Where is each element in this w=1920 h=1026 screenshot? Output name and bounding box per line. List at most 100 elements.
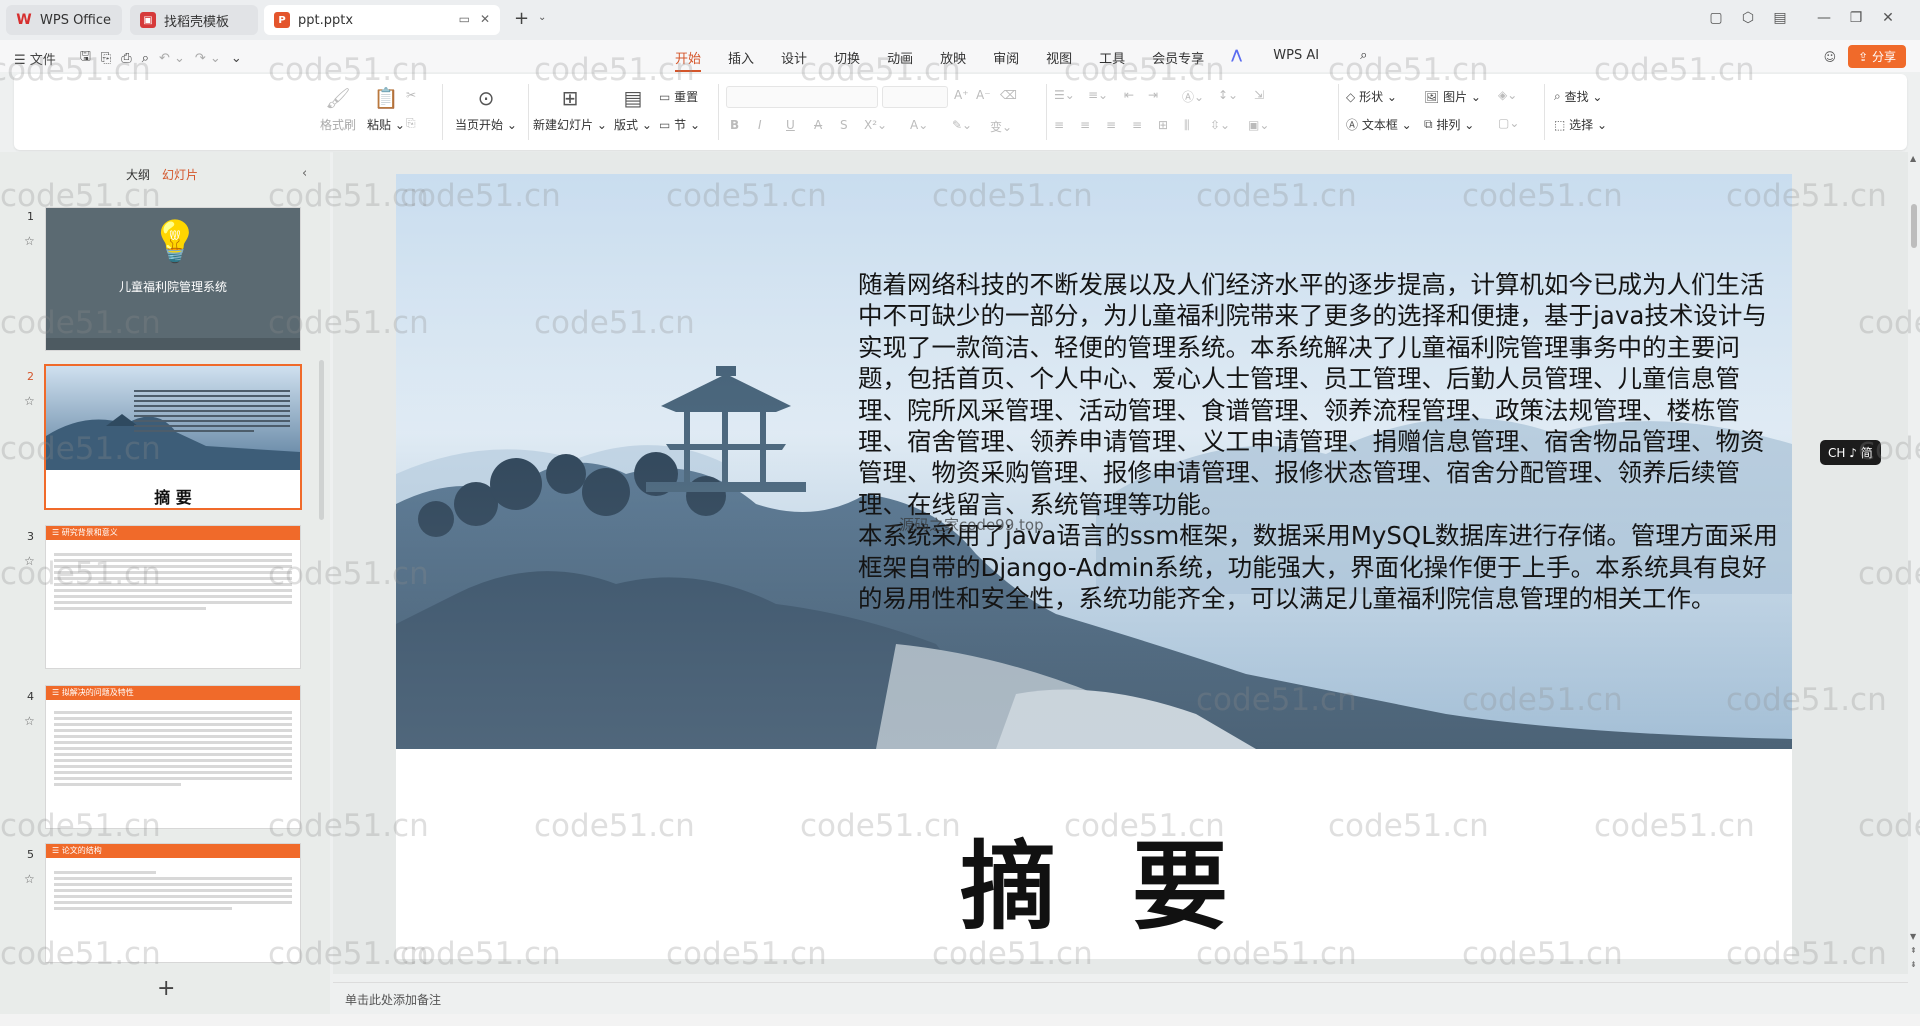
- slide-thumbnail-3[interactable]: ☰ 研究背景和意义: [46, 526, 300, 668]
- export-icon[interactable]: ⎘: [101, 51, 111, 66]
- ime-indicator[interactable]: CH ♪ 简: [1820, 440, 1881, 465]
- superscript-icon[interactable]: X²⌄: [864, 118, 887, 132]
- increase-indent-icon[interactable]: ⇥: [1148, 88, 1158, 102]
- undo-icon[interactable]: ↶ ⌄: [159, 51, 185, 66]
- tab-outline[interactable]: 大纲: [126, 166, 150, 183]
- tab-insert[interactable]: 插入: [728, 48, 754, 67]
- tab-design[interactable]: 设计: [781, 48, 807, 67]
- font-size-select[interactable]: [882, 86, 948, 108]
- share-button[interactable]: ⇪ 分享: [1848, 45, 1906, 68]
- collapse-panel-icon[interactable]: ‹: [302, 166, 307, 181]
- picture-button[interactable]: 🖼 图片 ⌄: [1424, 88, 1481, 105]
- scrollbar-thumb[interactable]: [1911, 204, 1917, 248]
- tab-template[interactable]: ▣ 找稻壳模板: [130, 5, 258, 35]
- slide-panel-scrollbar[interactable]: [319, 360, 324, 520]
- copy-icon[interactable]: ⎘: [406, 116, 416, 131]
- print-preview-icon[interactable]: ⌕: [142, 51, 149, 66]
- window-layout-icon[interactable]: ▢: [1700, 10, 1732, 26]
- tab-transition[interactable]: 切换: [834, 48, 860, 67]
- underline-icon[interactable]: U: [786, 118, 795, 132]
- canvas-scrollbar[interactable]: ▲ ▼ ⇞ ⇟: [1908, 152, 1920, 974]
- play-from-current-button[interactable]: ⊙ 当页开始 ⌄: [450, 86, 522, 133]
- next-slide-icon[interactable]: ⇟: [1910, 960, 1917, 969]
- font-color-icon[interactable]: A⌄: [910, 118, 928, 132]
- new-tab-button[interactable]: +: [514, 8, 529, 29]
- align-left-icon[interactable]: ≡: [1054, 118, 1064, 132]
- star-icon[interactable]: ☆: [24, 394, 35, 408]
- tab-review[interactable]: 审阅: [993, 48, 1019, 67]
- tab-slideshow[interactable]: 放映: [940, 48, 966, 67]
- arrange-button[interactable]: ⧉ 排列 ⌄: [1424, 116, 1474, 133]
- decrease-font-icon[interactable]: A⁻: [976, 88, 991, 102]
- star-icon[interactable]: ☆: [24, 872, 35, 886]
- decrease-indent-icon[interactable]: ⇤: [1124, 88, 1134, 102]
- text-fit-icon[interactable]: ▣⌄: [1248, 118, 1269, 132]
- scroll-down-icon[interactable]: ▼: [1910, 932, 1916, 941]
- text-direction-icon[interactable]: Ⓐ⌄: [1182, 88, 1204, 105]
- align-right-icon[interactable]: ≡: [1106, 118, 1116, 132]
- outline-color-icon[interactable]: ▢⌄: [1498, 116, 1519, 130]
- tab-ppt-file[interactable]: P ppt.pptx ▭ ✕: [264, 5, 500, 35]
- notes-pane[interactable]: 单击此处添加备注: [333, 982, 1908, 1015]
- tab-view[interactable]: 视图: [1046, 48, 1072, 67]
- close-window-icon[interactable]: ✕: [1872, 10, 1904, 26]
- tab-wps-office[interactable]: W WPS Office: [6, 5, 122, 35]
- avatar[interactable]: ▤: [1764, 10, 1796, 26]
- slide-thumbnail-5[interactable]: ☰ 论文的结构: [46, 844, 300, 962]
- italic-icon[interactable]: I: [758, 118, 762, 132]
- slide-title[interactable]: 摘要: [396, 809, 1792, 948]
- cube-icon[interactable]: ⬡: [1732, 10, 1764, 26]
- cut-icon[interactable]: ✂: [406, 88, 416, 102]
- search-icon[interactable]: ⌕: [1360, 48, 1367, 67]
- font-family-select[interactable]: [726, 86, 878, 108]
- tab-tools[interactable]: 工具: [1099, 48, 1125, 67]
- columns-icon[interactable]: ⫼: [1184, 118, 1190, 133]
- vertical-align-icon[interactable]: ⇳⌄: [1210, 118, 1230, 132]
- tab-animation[interactable]: 动画: [887, 48, 913, 67]
- select-button[interactable]: ⬚ 选择 ⌄: [1554, 116, 1607, 133]
- star-icon[interactable]: ☆: [24, 234, 35, 248]
- fill-color-icon[interactable]: ◈⌄: [1498, 88, 1517, 102]
- save-icon[interactable]: 🖫: [80, 47, 91, 69]
- abstract-text[interactable]: 随着网络科技的不断发展以及人们经济水平的逐步提高，计算机如今已成为人们生活中不可…: [858, 269, 1778, 614]
- align-center-icon[interactable]: ≡: [1080, 118, 1090, 132]
- tab-member[interactable]: 会员专享: [1152, 48, 1204, 67]
- file-menu[interactable]: ☰ 文件: [14, 49, 56, 68]
- redo-icon[interactable]: ↷ ⌄: [195, 51, 221, 66]
- increase-font-icon[interactable]: A⁺: [954, 88, 969, 102]
- find-button[interactable]: ⌕ 查找 ⌄: [1554, 88, 1602, 105]
- slide-thumbnail-2[interactable]: 摘 要: [46, 366, 300, 508]
- minimize-icon[interactable]: —: [1808, 10, 1840, 26]
- clear-format-icon[interactable]: ⌫: [1000, 88, 1017, 102]
- tab-list-chevron-icon[interactable]: ⌄: [538, 12, 546, 23]
- star-icon[interactable]: ☆: [24, 554, 35, 568]
- numbered-list-icon[interactable]: ≡⌄: [1088, 88, 1108, 102]
- reset-button[interactable]: ▭ 重置: [659, 88, 698, 105]
- convert-smartart-icon[interactable]: ⇲: [1254, 88, 1264, 102]
- restore-icon[interactable]: ❐: [1840, 10, 1872, 26]
- layout-button[interactable]: ▤ 版式 ⌄: [610, 86, 656, 133]
- textbox-button[interactable]: Ⓐ 文本框 ⌄: [1346, 116, 1412, 133]
- prev-slide-icon[interactable]: ⇞: [1910, 946, 1917, 955]
- add-slide-button[interactable]: +: [157, 976, 175, 1001]
- star-icon[interactable]: ☆: [24, 714, 35, 728]
- char-spacing-icon[interactable]: 变⌄: [990, 118, 1012, 135]
- new-slide-button[interactable]: ⊞ 新建幻灯片 ⌄: [532, 86, 608, 133]
- slide-thumbnail-1[interactable]: 💡 儿童福利院管理系统: [46, 208, 300, 350]
- window-mode-icon[interactable]: ▭: [459, 12, 470, 26]
- shape-button[interactable]: ◇ 形状 ⌄: [1346, 88, 1397, 105]
- more-chevron-icon[interactable]: ⌄: [231, 51, 242, 66]
- distributed-icon[interactable]: ⊞: [1158, 118, 1168, 132]
- bold-icon[interactable]: B: [730, 118, 739, 132]
- print-icon[interactable]: ⎙: [121, 51, 131, 66]
- scroll-up-icon[interactable]: ▲: [1910, 154, 1916, 163]
- bullet-list-icon[interactable]: ☰⌄: [1054, 88, 1075, 102]
- wps-ai-button[interactable]: ⋀ WPS AI: [1231, 48, 1346, 67]
- strikethrough-icon[interactable]: A: [814, 118, 822, 132]
- current-slide[interactable]: 随着网络科技的不断发展以及人们经济水平的逐步提高，计算机如今已成为人们生活中不可…: [396, 174, 1792, 959]
- section-button[interactable]: ▭ 节 ⌄: [659, 116, 700, 133]
- slide-thumbnail-4[interactable]: ☰ 拟解决的问题及特性: [46, 686, 300, 828]
- tab-home[interactable]: 开始: [675, 48, 702, 72]
- line-spacing-icon[interactable]: ↕⌄: [1218, 88, 1238, 102]
- highlight-icon[interactable]: ✎⌄: [952, 118, 972, 132]
